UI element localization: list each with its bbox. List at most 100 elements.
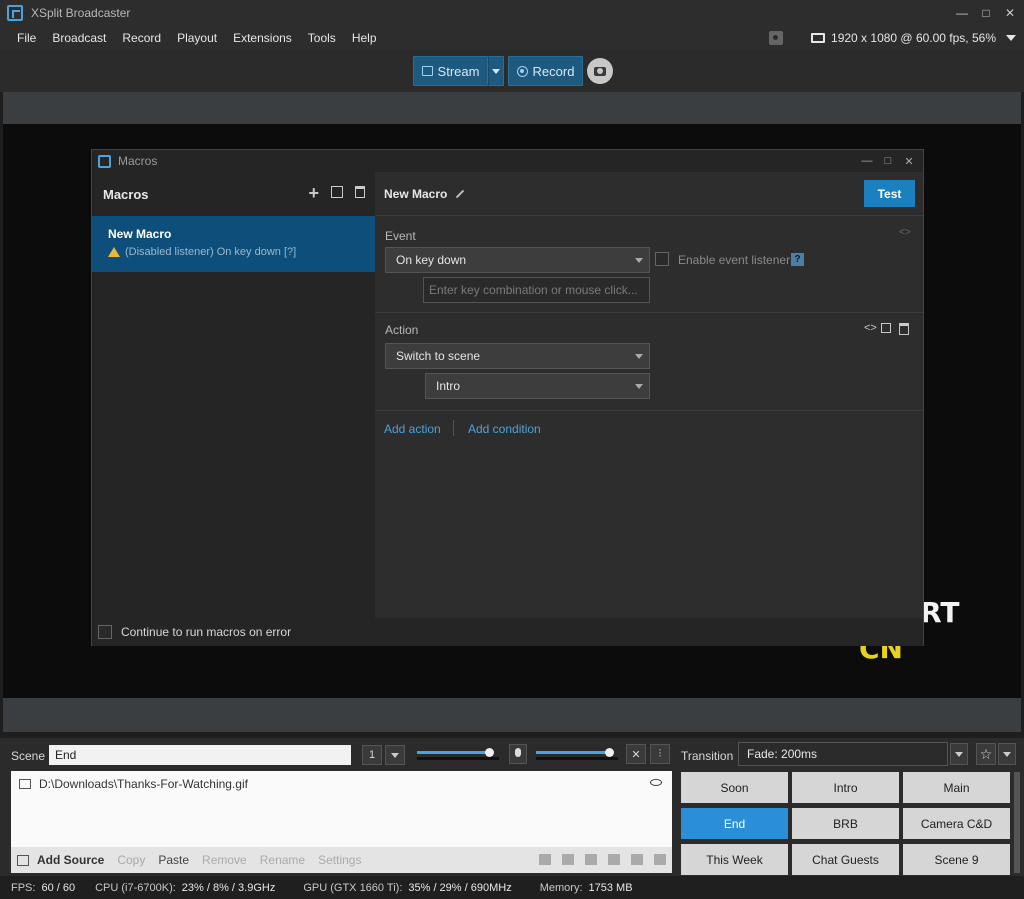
continue-on-error-checkbox[interactable] bbox=[98, 625, 112, 639]
scene-button-scene-9[interactable]: Scene 9 bbox=[903, 844, 1010, 875]
cpu-value: 23% / 8% / 3.9GHz bbox=[181, 881, 276, 894]
scene-scrollbar[interactable] bbox=[1014, 772, 1020, 873]
close-icon[interactable]: ✕ bbox=[1004, 6, 1016, 20]
app-icon bbox=[7, 5, 23, 21]
lock-icon[interactable] bbox=[562, 854, 574, 865]
share-icon[interactable] bbox=[769, 31, 784, 45]
speaker-slider-thumb[interactable] bbox=[605, 748, 615, 757]
chevron-down-icon[interactable] bbox=[1006, 35, 1016, 41]
chevron-down-icon bbox=[391, 752, 399, 758]
add-action-link[interactable]: Add action bbox=[384, 422, 441, 436]
scene-number-button[interactable]: 1 bbox=[362, 745, 382, 765]
macros-dialog: Macros — □ ✕ Macros + New Macro (Disable… bbox=[91, 149, 924, 646]
event-dropdown[interactable]: On key down bbox=[385, 247, 650, 273]
scene-button-intro[interactable]: Intro bbox=[792, 772, 899, 803]
help-icon[interactable]: ? bbox=[791, 253, 804, 266]
menu-help[interactable]: Help bbox=[344, 31, 385, 45]
fullscreen-icon[interactable] bbox=[585, 854, 597, 865]
scene-button-brb[interactable]: BRB bbox=[792, 808, 899, 839]
add-condition-link[interactable]: Add condition bbox=[468, 422, 541, 436]
scene-button-chat-guests[interactable]: Chat Guests bbox=[792, 844, 899, 875]
memory-label: Memory: bbox=[539, 881, 583, 894]
chevron-down-icon bbox=[492, 68, 500, 74]
remove-button[interactable]: Remove bbox=[202, 853, 247, 867]
layout-icon[interactable] bbox=[608, 854, 620, 865]
screenshot-button[interactable] bbox=[587, 58, 613, 84]
trash-icon[interactable] bbox=[899, 323, 909, 335]
scene-button-soon[interactable]: Soon bbox=[681, 772, 788, 803]
source-row[interactable]: D:\Downloads\Thanks-For-Watching.gif bbox=[19, 777, 248, 791]
code-icon[interactable]: <> bbox=[899, 227, 911, 238]
edit-icon[interactable] bbox=[331, 186, 343, 198]
scene-label: Scene bbox=[11, 749, 46, 763]
maximize-icon[interactable]: □ bbox=[882, 155, 894, 167]
key-combination-input[interactable]: Enter key combination or mouse click... bbox=[423, 277, 650, 303]
record-button[interactable]: Record bbox=[508, 56, 583, 86]
broadcast-toolbar: Stream Record bbox=[0, 50, 1024, 92]
record-label: Record bbox=[532, 63, 575, 79]
pencil-icon[interactable] bbox=[456, 189, 465, 198]
transition-select[interactable]: Fade: 200ms bbox=[738, 742, 948, 766]
menu-tools[interactable]: Tools bbox=[300, 31, 344, 45]
window-controls: — □ ✕ bbox=[956, 0, 1016, 26]
record-icon bbox=[516, 65, 528, 77]
transition-menu-button[interactable] bbox=[998, 743, 1016, 765]
macro-detail-panel: New Macro Test Event <> On key down Enab… bbox=[375, 172, 923, 618]
memory-value: 1753 MB bbox=[588, 881, 633, 894]
transition-dropdown-button[interactable] bbox=[950, 743, 968, 765]
mic-icon[interactable] bbox=[509, 744, 527, 764]
menu-file[interactable]: File bbox=[9, 31, 44, 45]
scene-name-input[interactable]: End bbox=[49, 745, 351, 765]
folder-icon[interactable] bbox=[539, 854, 551, 865]
menu-broadcast[interactable]: Broadcast bbox=[44, 31, 114, 45]
menu-playout[interactable]: Playout bbox=[169, 31, 225, 45]
action-dropdown[interactable]: Switch to scene bbox=[385, 343, 650, 369]
scene-button-main[interactable]: Main bbox=[903, 772, 1010, 803]
code-icon[interactable]: <> bbox=[864, 322, 877, 334]
scene-button-this-week[interactable]: This Week bbox=[681, 844, 788, 875]
settings-button[interactable]: Settings bbox=[318, 853, 361, 867]
duplicate-icon[interactable] bbox=[881, 323, 891, 333]
paste-button[interactable]: Paste bbox=[158, 853, 189, 867]
scene-menu-button[interactable] bbox=[385, 745, 405, 765]
star-icon[interactable]: ☆ bbox=[976, 743, 996, 765]
stream-label: Stream bbox=[437, 63, 480, 79]
arrow-up-icon[interactable] bbox=[654, 854, 666, 865]
close-icon[interactable]: ✕ bbox=[903, 155, 915, 168]
add-source-button[interactable]: Add Source bbox=[17, 853, 104, 867]
cpu-label: CPU (i7-6700K): bbox=[95, 881, 176, 894]
trash-icon[interactable] bbox=[355, 186, 365, 198]
transition-label: Transition bbox=[681, 749, 734, 763]
eye-icon[interactable] bbox=[650, 779, 662, 786]
mixer-icon[interactable]: ⫶ bbox=[650, 744, 670, 764]
source-path: D:\Downloads\Thanks-For-Watching.gif bbox=[39, 777, 248, 791]
chevron-down-icon bbox=[635, 258, 643, 263]
plus-icon[interactable]: + bbox=[308, 184, 319, 202]
scene-button-end[interactable]: End bbox=[681, 808, 788, 839]
mute-icon[interactable]: ✕ bbox=[626, 744, 646, 764]
copy-button[interactable]: Copy bbox=[117, 853, 145, 867]
maximize-icon[interactable]: □ bbox=[980, 6, 992, 20]
stream-dropdown-button[interactable] bbox=[488, 56, 504, 86]
resolution-text[interactable]: 1920 x 1080 @ 60.00 fps, 56% bbox=[831, 31, 996, 45]
macro-list-item[interactable]: New Macro (Disabled listener) On key dow… bbox=[92, 216, 375, 272]
minimize-icon[interactable]: — bbox=[861, 155, 873, 167]
arrow-down-icon[interactable] bbox=[631, 854, 643, 865]
test-button[interactable]: Test bbox=[864, 180, 915, 207]
macro-item-name: New Macro bbox=[108, 227, 172, 241]
macro-detail-title: New Macro bbox=[384, 186, 448, 201]
scene-button-camera-cd[interactable]: Camera C&D bbox=[903, 808, 1010, 839]
minimize-icon[interactable]: — bbox=[956, 6, 968, 20]
macro-list-title: Macros bbox=[103, 186, 149, 202]
rename-button[interactable]: Rename bbox=[260, 853, 305, 867]
menu-record[interactable]: Record bbox=[114, 31, 169, 45]
enable-listener-checkbox[interactable] bbox=[655, 252, 669, 266]
mic-slider-thumb[interactable] bbox=[485, 748, 495, 757]
scene-dropdown[interactable]: Intro bbox=[425, 373, 650, 399]
macros-window-controls: — □ ✕ bbox=[861, 150, 915, 172]
resolution-area: 1920 x 1080 @ 60.00 fps, 56% bbox=[769, 26, 1016, 50]
menu-extensions[interactable]: Extensions bbox=[225, 31, 300, 45]
stream-button[interactable]: Stream bbox=[413, 56, 488, 86]
bottom-panel: Scene End 1 ✕ ⫶ D:\Downloads\Thanks-For-… bbox=[0, 738, 1024, 876]
speaker-slider-track bbox=[536, 751, 610, 754]
